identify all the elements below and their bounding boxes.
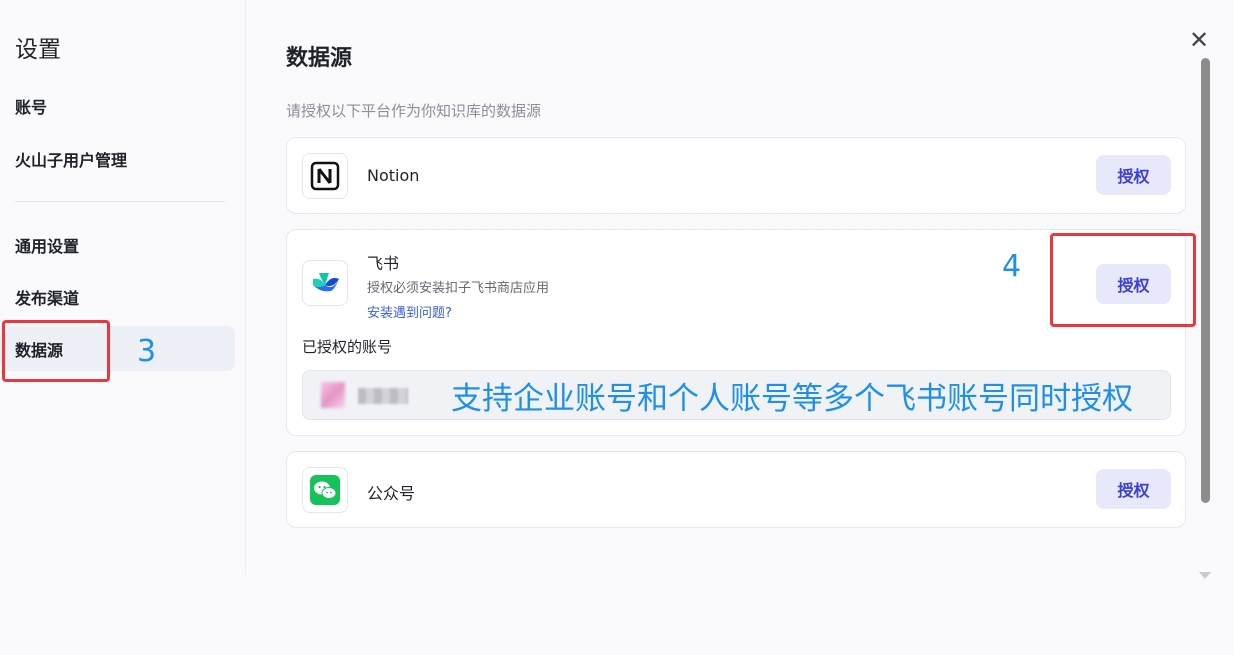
annotation-step-4: 4 — [1002, 249, 1022, 284]
source-card-wechat-official: 公众号 授权 — [286, 451, 1186, 528]
scrollbar-thumb[interactable] — [1201, 58, 1210, 503]
annotation-note: 支持企业账号和个人账号等多个飞书账号同时授权 — [451, 381, 1133, 417]
authorize-wechat-button[interactable]: 授权 — [1096, 469, 1171, 509]
sidebar-title: 设置 — [15, 37, 61, 63]
source-subtitle: 授权必须安装扣子飞书商店应用 — [367, 281, 550, 296]
annotation-highlight-box-3 — [2, 320, 110, 382]
source-name: Notion — [367, 166, 420, 185]
source-name: 飞书 — [367, 254, 400, 273]
source-name: 公众号 — [367, 484, 416, 503]
wechat-icon — [302, 467, 348, 513]
close-icon[interactable]: ✕ — [1189, 28, 1209, 52]
sidebar-item-general-settings[interactable]: 通用设置 — [0, 222, 235, 267]
authorized-account-item: 支持企业账号和个人账号等多个飞书账号同时授权 — [302, 370, 1171, 420]
sidebar-item-volcano-subuser[interactable]: 火山子用户管理 — [0, 136, 235, 181]
annotation-step-3: 3 — [137, 334, 157, 369]
sidebar-item-publish-channels[interactable]: 发布渠道 — [0, 274, 235, 319]
install-help-link[interactable]: 安装遇到问题? — [367, 302, 452, 321]
avatar — [321, 382, 345, 408]
settings-sidebar: 设置 账号 火山子用户管理 通用设置 发布渠道 数据源 — [0, 0, 246, 575]
page-title: 数据源 — [286, 46, 353, 71]
sidebar-item-account[interactable]: 账号 — [0, 83, 235, 128]
authorized-accounts-label: 已授权的账号 — [302, 338, 393, 356]
scroll-down-arrow-icon[interactable] — [1199, 572, 1211, 579]
page-description: 请授权以下平台作为你知识库的数据源 — [286, 102, 542, 120]
annotation-highlight-box-4 — [1050, 233, 1196, 327]
feishu-icon — [302, 260, 348, 306]
authorize-notion-button[interactable]: 授权 — [1096, 155, 1171, 195]
source-card-notion: Notion 授权 — [286, 137, 1186, 214]
notion-icon — [302, 153, 348, 199]
sidebar-divider — [15, 201, 225, 202]
account-name-redacted — [358, 388, 408, 404]
